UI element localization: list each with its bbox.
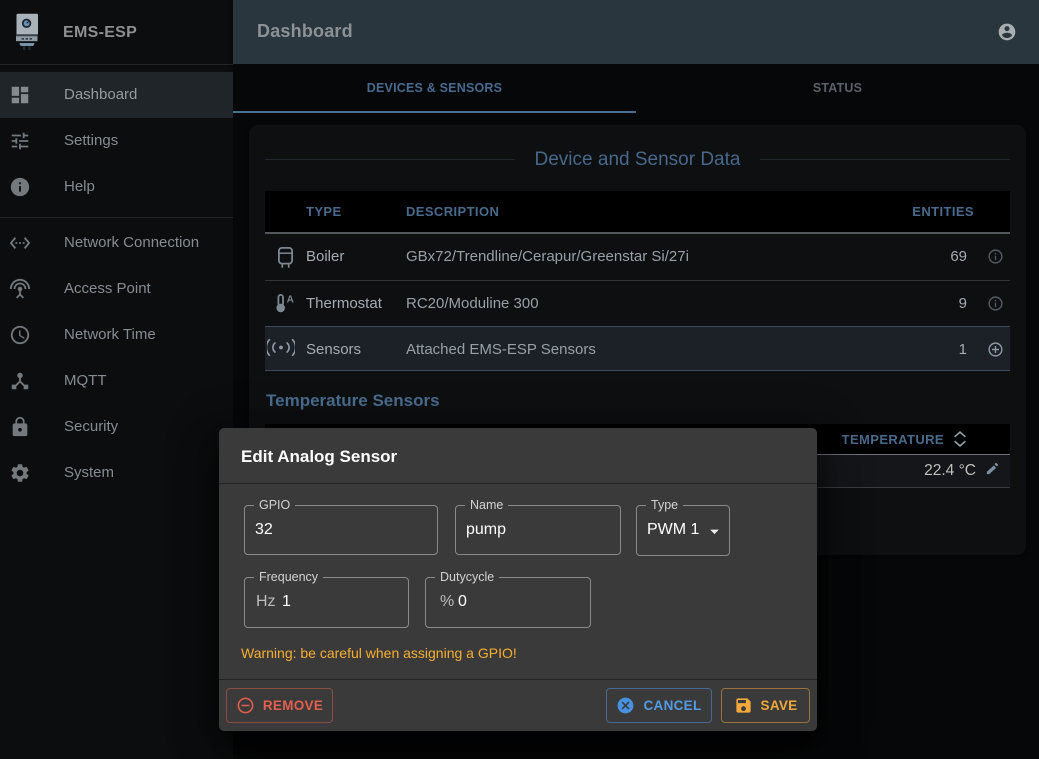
svg-text:A: A — [287, 295, 294, 306]
